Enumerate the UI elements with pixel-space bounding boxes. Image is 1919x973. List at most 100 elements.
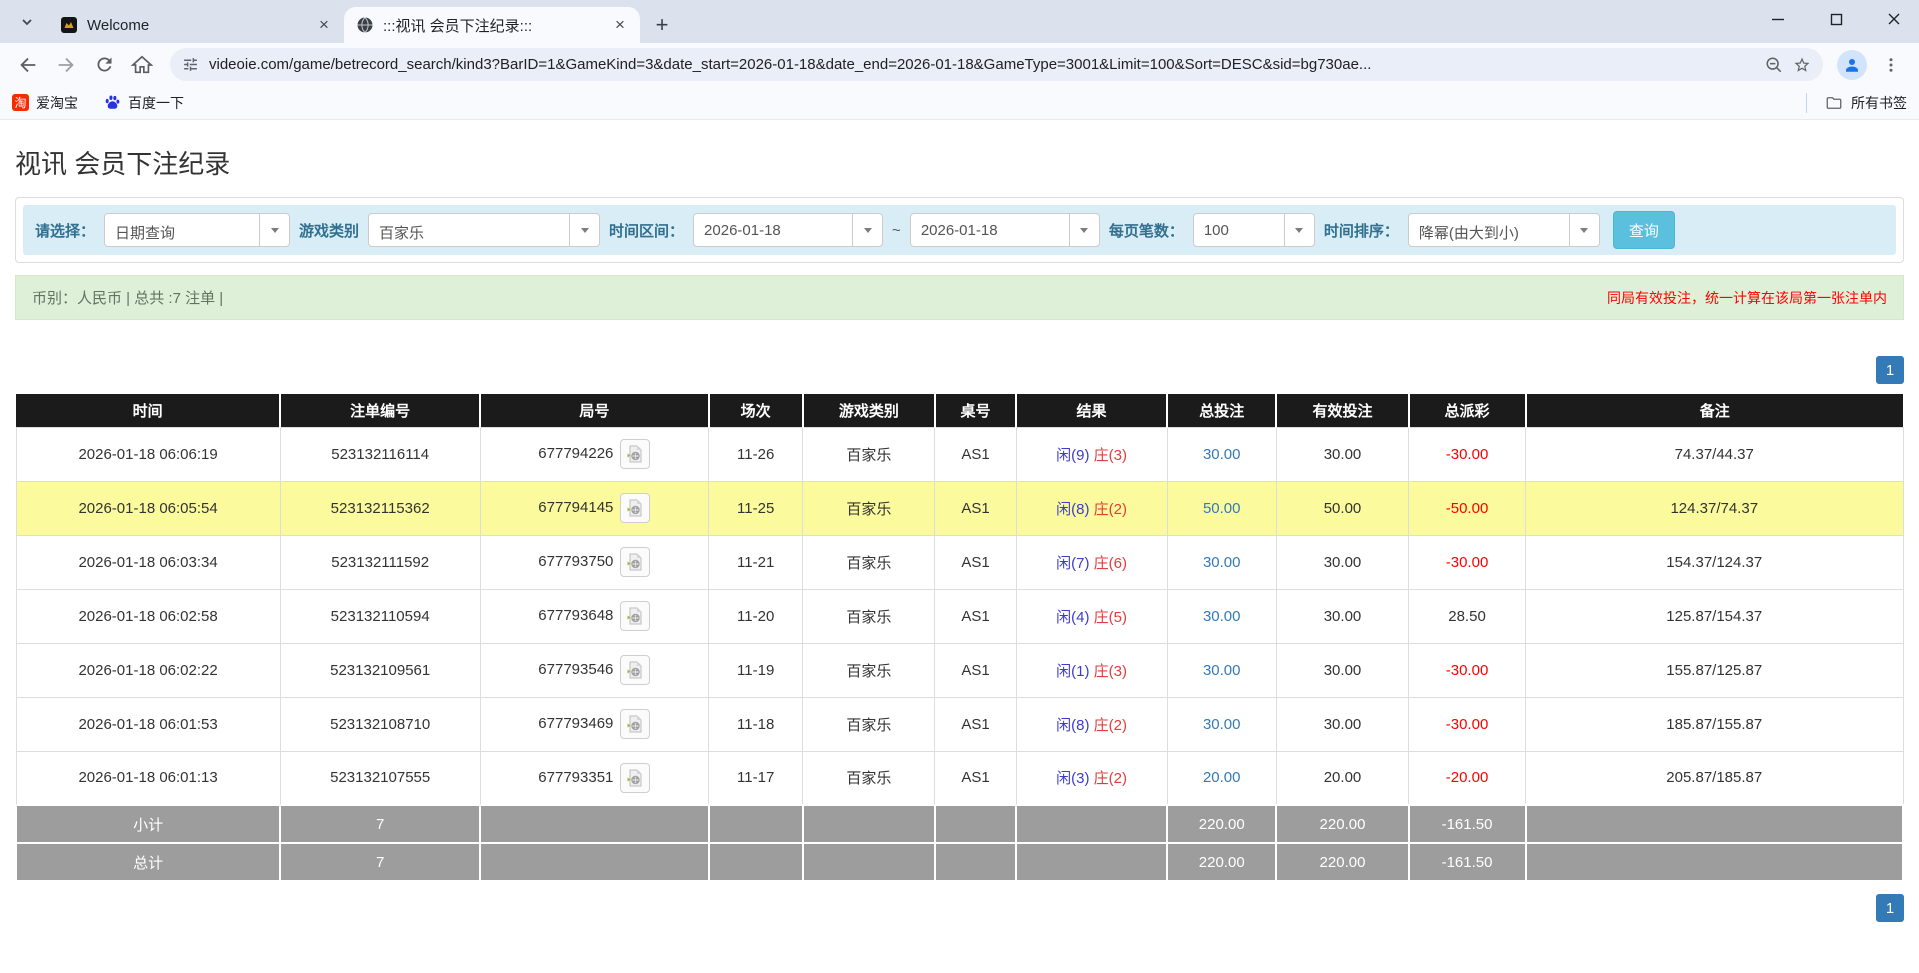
col-total-bet: 总投注: [1167, 394, 1276, 427]
cell-total-bet: 30.00: [1167, 643, 1276, 697]
cell-time: 2026-01-18 06:03:34: [16, 535, 280, 589]
close-window-icon[interactable]: [1885, 10, 1903, 28]
browser-toolbar: videoie.com/game/betrecord_search/kind3?…: [0, 43, 1919, 86]
cell-payout: -50.00: [1409, 481, 1526, 535]
chevron-down-icon: [19, 14, 35, 30]
new-tab-button[interactable]: +: [648, 11, 676, 39]
game-kind-select[interactable]: 百家乐: [368, 213, 600, 247]
subtotal-payout: -161.50: [1409, 805, 1526, 843]
cell-session: 11-26: [709, 427, 803, 481]
table-header: 时间 注单编号 局号 场次 游戏类别 桌号 结果 总投注 有效投注 总派彩 备注: [16, 394, 1903, 427]
per-page-select[interactable]: 100: [1193, 213, 1315, 247]
sort-select[interactable]: 降幂(由大到小): [1408, 213, 1600, 247]
cell-bet-id: 523132115362: [280, 481, 480, 535]
bookmark-label: 百度一下: [128, 93, 184, 113]
col-payout: 总派彩: [1409, 394, 1526, 427]
page-1-button[interactable]: 1: [1876, 894, 1904, 922]
cell-payout: -30.00: [1409, 697, 1526, 751]
video-replay-icon[interactable]: [620, 655, 650, 685]
cell-round-id: 677794226: [480, 427, 708, 481]
bookmark-baidu[interactable]: 百度一下: [104, 93, 184, 113]
back-button[interactable]: [10, 47, 46, 83]
bookmark-taobao[interactable]: 淘 爱淘宝: [12, 93, 78, 113]
query-type-select[interactable]: 日期查询: [104, 213, 290, 247]
browser-menu-button[interactable]: [1873, 47, 1909, 83]
query-type-value: 日期查询: [105, 214, 259, 246]
video-replay-icon[interactable]: [620, 709, 650, 739]
video-replay-icon[interactable]: [620, 763, 650, 793]
close-tab-icon[interactable]: ×: [610, 15, 630, 35]
cell-total-bet: 50.00: [1167, 481, 1276, 535]
cell-table-no: AS1: [935, 589, 1016, 643]
profile-avatar[interactable]: [1837, 50, 1867, 80]
taobao-icon: 淘: [12, 94, 29, 111]
tab-title: Welcome: [87, 17, 314, 34]
reload-button[interactable]: [86, 47, 122, 83]
video-replay-icon[interactable]: [620, 439, 650, 469]
video-replay-icon[interactable]: [620, 601, 650, 631]
cell-game-kind: 百家乐: [803, 643, 935, 697]
total-total-bet: 220.00: [1167, 843, 1276, 881]
home-button[interactable]: [124, 47, 160, 83]
minimize-window-icon[interactable]: [1769, 10, 1787, 28]
cell-time: 2026-01-18 06:01:13: [16, 751, 280, 805]
dropdown-button[interactable]: [1069, 214, 1099, 246]
address-bar[interactable]: videoie.com/game/betrecord_search/kind3?…: [170, 48, 1823, 81]
dropdown-button[interactable]: [569, 214, 599, 246]
cell-total-bet: 30.00: [1167, 589, 1276, 643]
tab-search-button[interactable]: [14, 9, 40, 35]
cell-round-id: 677793351: [480, 751, 708, 805]
cell-remark: 74.37/44.37: [1526, 427, 1903, 481]
cell-remark: 125.87/154.37: [1526, 589, 1903, 643]
cell-session: 11-19: [709, 643, 803, 697]
date-start-picker[interactable]: 2026-01-18: [693, 213, 883, 247]
dropdown-button[interactable]: [259, 214, 289, 246]
maximize-window-icon[interactable]: [1827, 10, 1845, 28]
cell-valid-bet: 30.00: [1276, 535, 1408, 589]
search-button[interactable]: 查询: [1613, 211, 1675, 249]
cell-valid-bet: 20.00: [1276, 751, 1408, 805]
sort-value: 降幂(由大到小): [1409, 214, 1569, 246]
total-valid-bet: 220.00: [1276, 843, 1408, 881]
tab-bet-record[interactable]: :::视讯 会员下注纪录::: ×: [344, 7, 640, 43]
cell-payout: 28.50: [1409, 589, 1526, 643]
total-count: 7: [280, 843, 480, 881]
table-row: 2026-01-18 06:02:58523132110594677793648…: [16, 589, 1903, 643]
page-1-button[interactable]: 1: [1876, 356, 1904, 384]
cell-session: 11-20: [709, 589, 803, 643]
all-bookmarks-button[interactable]: 所有书签: [1806, 93, 1907, 113]
forward-arrow-icon: [55, 54, 77, 76]
table-body: 2026-01-18 06:06:19523132116114677794226…: [16, 427, 1903, 805]
site-settings-icon[interactable]: [182, 56, 199, 73]
cell-table-no: AS1: [935, 535, 1016, 589]
welcome-tab-favicon: [60, 16, 78, 34]
cell-round-id: 677794145: [480, 481, 708, 535]
cell-total-bet: 30.00: [1167, 697, 1276, 751]
subtotal-total-bet: 220.00: [1167, 805, 1276, 843]
col-time: 时间: [16, 394, 280, 427]
caret-down-icon: [1295, 228, 1303, 233]
game-kind-value: 百家乐: [369, 214, 569, 246]
tab-welcome[interactable]: Welcome ×: [48, 7, 344, 43]
globe-favicon: [356, 16, 374, 34]
table-row: 2026-01-18 06:02:22523132109561677793546…: [16, 643, 1903, 697]
dropdown-button[interactable]: [1569, 214, 1599, 246]
date-end-picker[interactable]: 2026-01-18: [910, 213, 1100, 247]
forward-button[interactable]: [48, 47, 84, 83]
dropdown-button[interactable]: [852, 214, 882, 246]
cell-round-id: 677793648: [480, 589, 708, 643]
cell-game-kind: 百家乐: [803, 427, 935, 481]
table-footer: 小计 7 220.00 220.00 -161.50 总计 7 220.00 2…: [16, 805, 1903, 881]
cell-table-no: AS1: [935, 643, 1016, 697]
close-tab-icon[interactable]: ×: [314, 15, 334, 35]
all-bookmarks-label: 所有书签: [1851, 93, 1907, 113]
dropdown-button[interactable]: [1284, 214, 1314, 246]
video-replay-icon[interactable]: [620, 493, 650, 523]
video-replay-icon[interactable]: [620, 547, 650, 577]
table-row: 2026-01-18 06:03:34523132111592677793750…: [16, 535, 1903, 589]
divider: [1806, 93, 1807, 113]
bookmark-star-icon[interactable]: [1793, 56, 1811, 74]
zoom-out-icon[interactable]: [1765, 56, 1783, 74]
subtotal-count: 7: [280, 805, 480, 843]
table-row: 2026-01-18 06:05:54523132115362677794145…: [16, 481, 1903, 535]
